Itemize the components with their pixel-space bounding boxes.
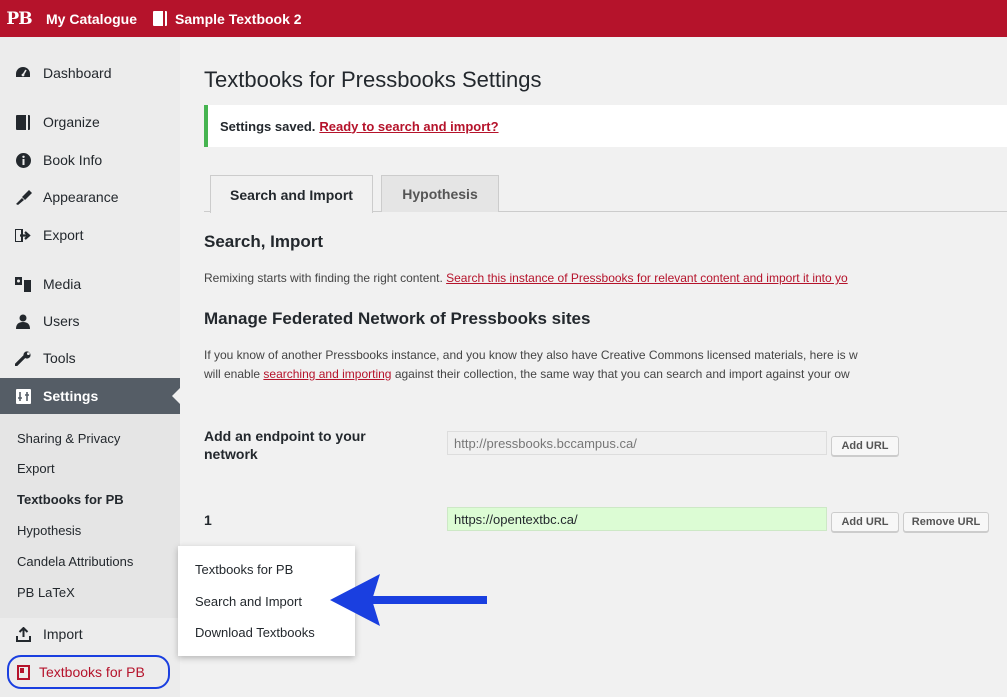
settings-saved-notice: Settings saved. Ready to search and impo… <box>204 105 1007 147</box>
sidebar-item-book-info[interactable]: Book Info <box>0 142 180 178</box>
section-heading-federated-network: Manage Federated Network of Pressbooks s… <box>204 309 591 328</box>
sidebar-item-organize[interactable]: Organize <box>0 104 180 140</box>
submenu-textbooks-for-pb[interactable]: Textbooks for PB <box>17 492 124 507</box>
info-icon <box>13 152 33 168</box>
section1-text: Remixing starts with finding the right c… <box>204 271 443 285</box>
sidebar-item-label: Media <box>43 276 82 292</box>
sidebar-item-label: Import <box>43 626 83 642</box>
endpoint-url-input[interactable]: http://pressbooks.bccampus.ca/ <box>447 431 827 455</box>
section2-text-pre: will enable <box>204 367 261 381</box>
section1-paragraph: Remixing starts with finding the right c… <box>204 269 1007 288</box>
pressbooks-logo[interactable]: PB <box>0 0 38 37</box>
my-catalogue-link[interactable]: My Catalogue <box>38 0 145 37</box>
export-icon <box>13 228 33 242</box>
brush-icon <box>13 189 33 205</box>
sidebar-item-label: Settings <box>43 388 99 404</box>
book-link[interactable]: Sample Textbook 2 <box>145 0 310 37</box>
flyout-item-textbooks-for-pb[interactable]: Textbooks for PB <box>195 562 293 577</box>
import-icon <box>13 626 33 642</box>
textbook-icon <box>17 664 30 680</box>
book-title: Sample Textbook 2 <box>175 10 302 27</box>
sidebar-item-label: Textbooks for PB <box>39 664 145 680</box>
flyout-item-download-textbooks[interactable]: Download Textbooks <box>195 625 315 640</box>
sidebar-item-label: Organize <box>43 114 100 130</box>
sidebar-item-users[interactable]: Users <box>0 303 180 339</box>
notice-text: Settings saved. <box>220 118 316 134</box>
submenu-hypothesis[interactable]: Hypothesis <box>17 523 81 538</box>
sidebar-item-label: Appearance <box>43 189 119 205</box>
dashboard-icon <box>13 66 33 80</box>
remove-url-button[interactable]: Remove URL <box>903 512 989 532</box>
submenu-pb-latex[interactable]: PB LaTeX <box>17 585 75 600</box>
book-icon <box>153 11 168 26</box>
sidebar-item-settings[interactable]: Settings <box>0 378 180 414</box>
endpoint-url-field-1[interactable]: https://opentextbc.ca/ <box>447 507 827 531</box>
sidebar-item-label: Export <box>43 227 84 243</box>
sidebar-item-label: Book Info <box>43 152 103 168</box>
media-icon <box>13 276 33 292</box>
page-title: Textbooks for Pressbooks Settings <box>204 67 542 92</box>
tab-hypothesis[interactable]: Hypothesis <box>381 175 499 212</box>
annotation-arrow <box>330 574 487 626</box>
tab-search-and-import[interactable]: Search and Import <box>210 175 373 213</box>
searching-importing-link[interactable]: searching and importing <box>263 367 391 381</box>
section2-text-post: against their collection, the same way t… <box>394 367 850 381</box>
sidebar-item-export[interactable]: Export <box>0 217 180 253</box>
settings-tabs: Search and Import Hypothesis <box>204 175 1007 213</box>
settings-icon <box>13 388 33 404</box>
section-heading-search-import: Search, Import <box>204 232 324 251</box>
add-url-button-row1[interactable]: Add URL <box>831 512 899 532</box>
flyout-item-search-and-import[interactable]: Search and Import <box>195 594 302 609</box>
endpoint-label: Add an endpoint to your network <box>204 428 366 462</box>
sidebar-item-import[interactable]: Import <box>0 616 180 652</box>
book-icon <box>13 114 33 130</box>
add-url-button[interactable]: Add URL <box>831 436 899 456</box>
admin-bar: PB My Catalogue Sample Textbook 2 <box>0 0 1007 37</box>
submenu-sharing-privacy[interactable]: Sharing & Privacy <box>17 431 120 446</box>
sidebar-item-dashboard[interactable]: Dashboard <box>0 55 180 91</box>
submenu-candela-attributions[interactable]: Candela Attributions <box>17 554 133 569</box>
ready-to-search-link[interactable]: Ready to search and import? <box>319 119 498 134</box>
sidebar-item-label: Dashboard <box>43 65 112 81</box>
sidebar-item-tools[interactable]: Tools <box>0 340 180 376</box>
section2-paragraph-line1: If you know of another Pressbooks instan… <box>204 348 858 362</box>
sidebar-item-label: Users <box>43 313 80 329</box>
section2-paragraph-line2: will enable searching and importing agai… <box>204 365 1007 384</box>
sidebar-item-label: Tools <box>43 350 76 366</box>
wrench-icon <box>13 350 33 366</box>
users-icon <box>13 314 33 329</box>
sidebar-item-textbooks-for-pb[interactable]: Textbooks for PB <box>7 655 170 689</box>
row-index: 1 <box>204 512 212 528</box>
sidebar-item-media[interactable]: Media <box>0 266 180 302</box>
sidebar-item-appearance[interactable]: Appearance <box>0 179 180 215</box>
submenu-export[interactable]: Export <box>17 461 55 476</box>
search-instance-link[interactable]: Search this instance of Pressbooks for r… <box>446 271 848 285</box>
